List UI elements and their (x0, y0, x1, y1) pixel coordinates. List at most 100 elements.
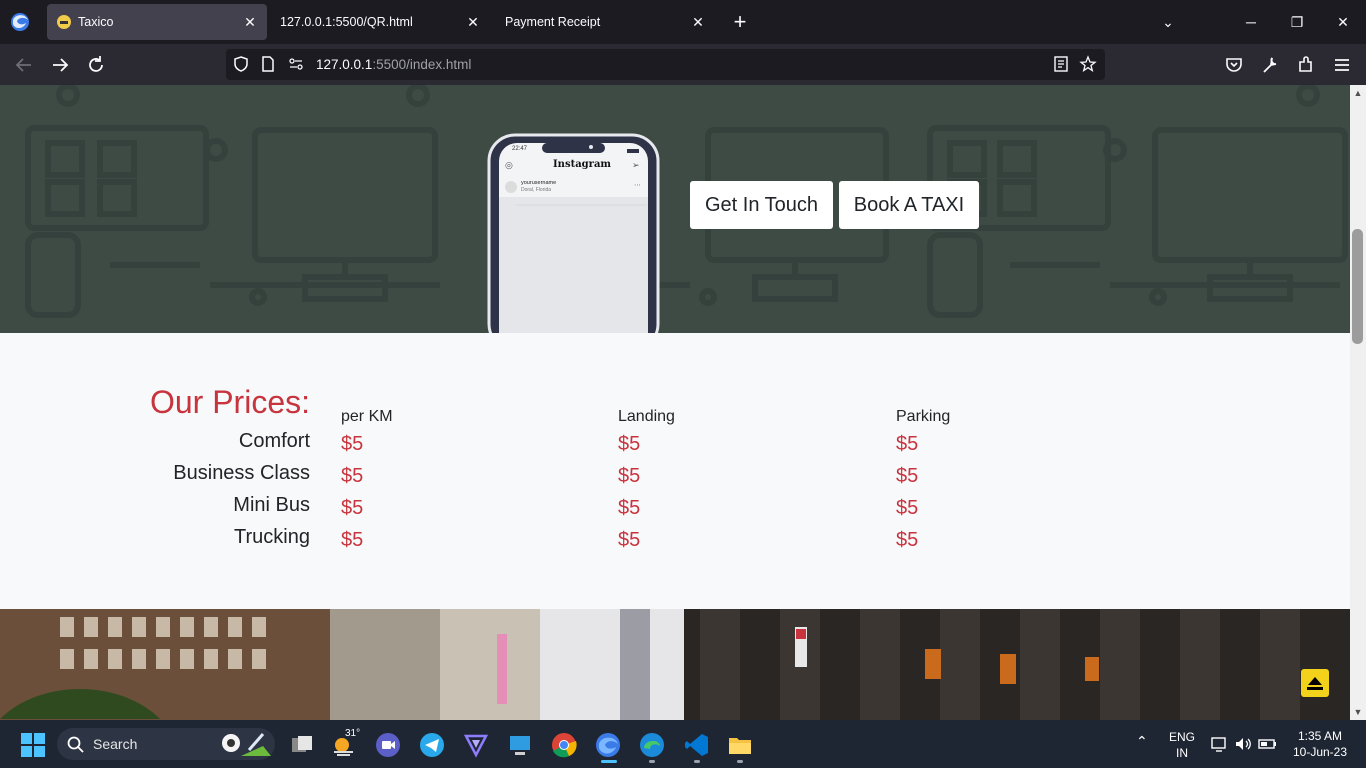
url-path: :5500/index.html (372, 57, 472, 72)
tab-title: 127.0.0.1:5500/QR.html (280, 15, 413, 29)
extensions-icon[interactable] (1295, 54, 1317, 76)
phone-more-icon: ⋯ (634, 182, 641, 189)
list-all-tabs-icon[interactable]: ⌄ (1158, 12, 1178, 32)
clock-date[interactable]: 10-Jun-23 (1290, 745, 1350, 759)
back-icon[interactable] (13, 54, 35, 76)
search-icon (67, 736, 84, 753)
weather-temperature: 31° (345, 728, 361, 739)
running-app-indicator (737, 760, 743, 763)
network-icon[interactable] (1210, 735, 1228, 753)
minimize-icon[interactable]: ─ (1241, 12, 1261, 32)
scroll-up-arrow-icon[interactable]: ▲ (1353, 88, 1363, 98)
edge-icon[interactable] (639, 732, 665, 758)
input-region[interactable]: IN (1167, 746, 1197, 760)
back-to-top-button[interactable] (1301, 669, 1329, 697)
book-taxi-button[interactable]: Book A TAXI (839, 181, 979, 229)
url-host: 127.0.0.1 (316, 57, 373, 72)
url-bar[interactable]: 127.0.0.1:5500/index.html (226, 49, 1105, 80)
page-icon[interactable] (259, 55, 277, 73)
close-window-icon[interactable]: ✕ (1333, 12, 1353, 32)
city-photo-strip (0, 609, 1350, 720)
close-tab-icon[interactable]: ✕ (689, 13, 707, 31)
price-cell: $5 (896, 497, 919, 519)
price-cell: $5 (618, 497, 641, 519)
chrome-icon[interactable] (551, 732, 577, 758)
firefox-icon[interactable] (595, 732, 621, 758)
price-cell: $5 (618, 433, 641, 455)
search-highlight-icon (222, 733, 271, 756)
page-viewport: 22:47 Instagram ◎ ➢ yourusername Doral, … (0, 85, 1350, 720)
video-meet-icon[interactable] (375, 732, 401, 758)
permissions-icon[interactable] (287, 55, 305, 73)
phone-camera-icon: ◎ (505, 160, 513, 170)
windows-start-icon[interactable] (20, 732, 46, 758)
column-header-parking: Parking (896, 408, 951, 425)
price-cell: $5 (341, 433, 364, 455)
tab-taxico[interactable]: Taxico ✕ (47, 4, 267, 40)
restore-icon[interactable]: ❐ (1287, 12, 1307, 32)
price-cell: $5 (341, 529, 364, 551)
column-header-landing: Landing (618, 408, 675, 425)
volume-icon[interactable] (1234, 735, 1252, 753)
shield-icon[interactable] (232, 55, 250, 73)
price-cell: $5 (896, 433, 919, 455)
price-cell: $5 (618, 529, 641, 551)
remote-desktop-icon[interactable] (507, 732, 533, 758)
price-cell: $5 (341, 497, 364, 519)
vscode-icon[interactable] (684, 732, 710, 758)
vertical-scrollbar[interactable] (1350, 85, 1366, 720)
active-app-indicator (601, 760, 617, 763)
tab-qr[interactable]: 127.0.0.1:5500/QR.html ✕ (270, 4, 490, 40)
taxi-favicon-icon (57, 15, 71, 29)
scrollbar-thumb[interactable] (1352, 229, 1363, 344)
close-tab-icon[interactable]: ✕ (241, 13, 259, 31)
running-app-indicator (694, 760, 700, 763)
navigation-toolbar: 127.0.0.1:5500/index.html (0, 44, 1366, 85)
phone-time: 22:47 (512, 146, 528, 152)
running-app-indicator (649, 760, 655, 763)
bookmark-star-icon[interactable] (1079, 55, 1097, 73)
file-explorer-icon[interactable] (727, 732, 753, 758)
caret-up-icon (1307, 677, 1323, 690)
price-cell: $5 (896, 465, 919, 487)
hero-section: 22:47 Instagram ◎ ➢ yourusername Doral, … (0, 85, 1350, 333)
battery-icon[interactable] (1258, 735, 1278, 753)
hamburger-menu-icon[interactable] (1331, 54, 1353, 76)
row-label-comfort: Comfort (238, 430, 310, 452)
tray-overflow-chevron-icon[interactable]: ⌃ (1136, 733, 1148, 750)
scroll-down-arrow-icon[interactable]: ▼ (1353, 707, 1363, 717)
get-in-touch-button[interactable]: Get In Touch (690, 181, 833, 229)
tab-title: Payment Receipt (505, 15, 601, 29)
phone-app-title: Instagram (553, 159, 611, 170)
firefox-menu-icon[interactable] (9, 11, 31, 33)
tab-payment-receipt[interactable]: Payment Receipt ✕ (495, 4, 715, 40)
search-label: Search (93, 736, 138, 752)
clock-time[interactable]: 1:35 AM (1290, 729, 1350, 743)
prices-section: Our Prices: per KM Landing Parking Comfo… (0, 333, 1350, 609)
close-tab-icon[interactable]: ✕ (464, 13, 482, 31)
taskbar-search-box[interactable]: Search (57, 728, 275, 760)
price-cell: $5 (896, 529, 919, 551)
forward-icon[interactable] (49, 54, 71, 76)
column-header-per-km: per KM (341, 408, 393, 425)
pocket-icon[interactable] (1223, 54, 1245, 76)
new-tab-icon[interactable]: + (729, 11, 751, 33)
phone-send-icon: ➢ (632, 160, 640, 170)
input-language[interactable]: ENG (1167, 730, 1197, 744)
hero-background-pattern (25, 85, 1348, 318)
wrench-icon[interactable] (1259, 54, 1281, 76)
phone-location: Doral, Florida (521, 187, 552, 193)
row-label-trucking: Trucking (234, 526, 310, 548)
tab-title: Taxico (78, 15, 114, 29)
reader-view-icon[interactable] (1052, 55, 1070, 73)
price-cell: $5 (341, 465, 364, 487)
row-label-business-class: Business Class (173, 462, 310, 484)
url-text: 127.0.0.1:5500/index.html (316, 57, 471, 72)
phone-username: yourusername (521, 180, 557, 186)
price-cell: $5 (618, 465, 641, 487)
telegram-icon[interactable] (419, 732, 445, 758)
task-view-icon[interactable] (289, 732, 315, 758)
reload-icon[interactable] (85, 54, 107, 76)
prices-title: Our Prices: (149, 384, 310, 420)
vpn-icon[interactable] (463, 732, 489, 758)
